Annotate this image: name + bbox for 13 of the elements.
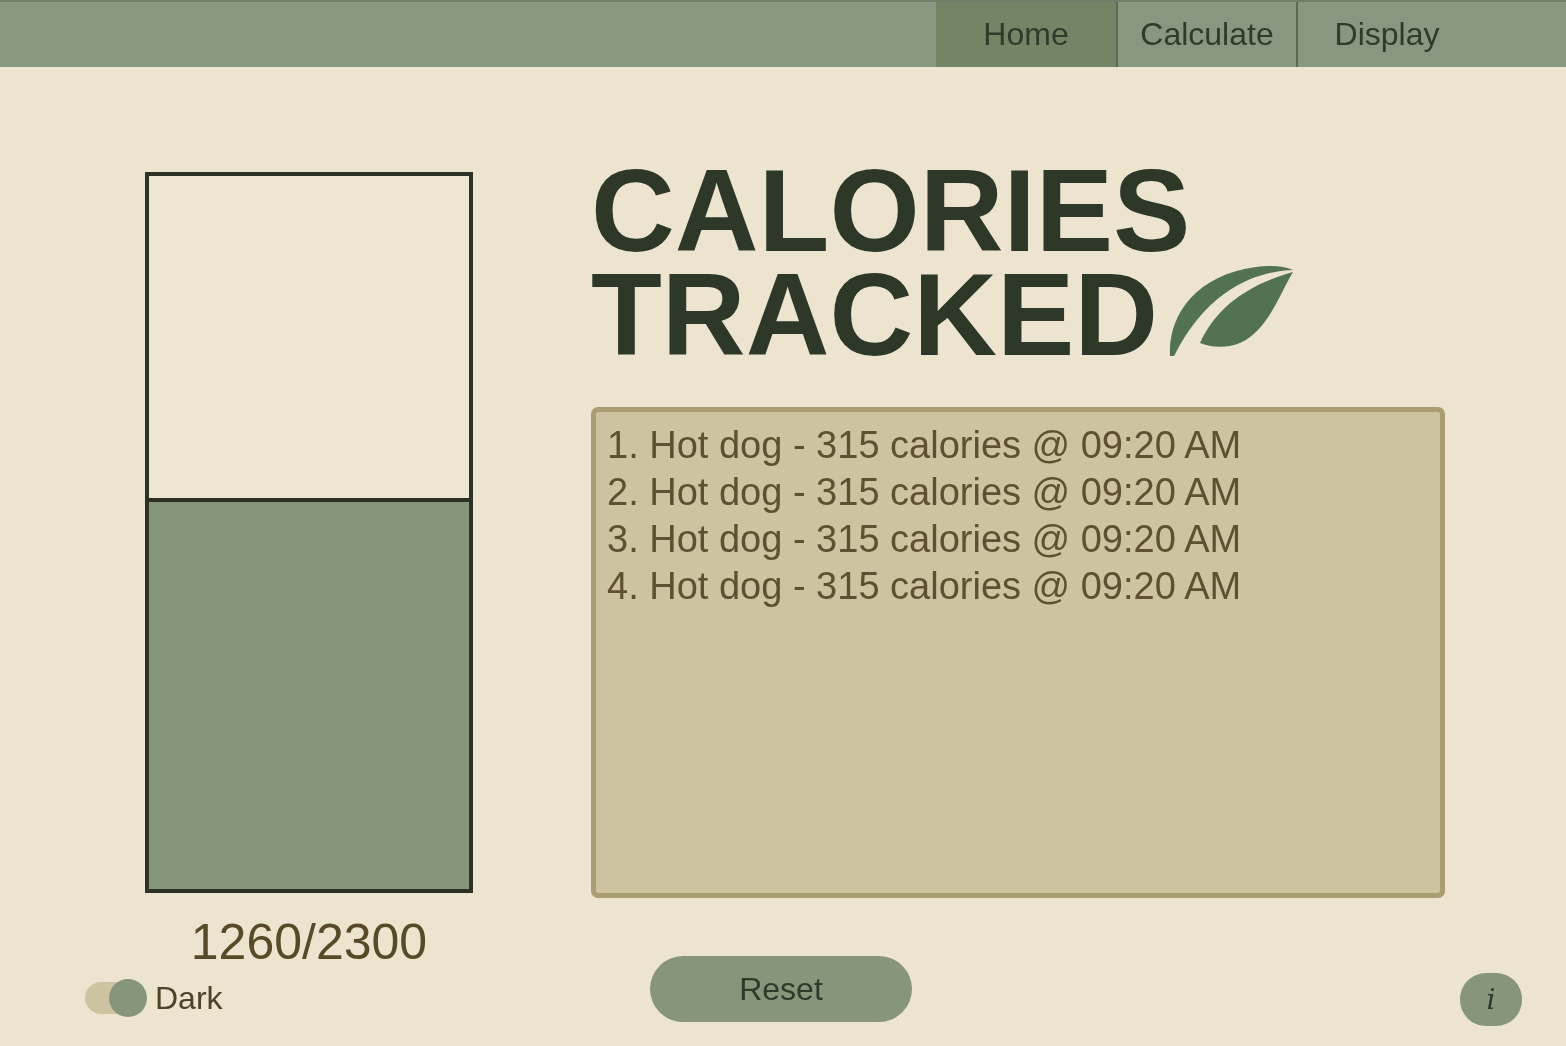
info-button[interactable]: i	[1460, 973, 1522, 1026]
dark-mode-toggle[interactable]	[85, 979, 147, 1017]
log-entry: 2. Hot dog - 315 calories @ 09:20 AM	[607, 470, 1243, 515]
title-line: TRACKED	[591, 263, 1159, 367]
title-line: CALORIES	[591, 159, 1191, 263]
dark-mode-label: Dark	[155, 979, 223, 1017]
calorie-count: 1260/2300	[189, 913, 429, 972]
leaf-icon	[1168, 263, 1296, 357]
log-entry: 4. Hot dog - 315 calories @ 09:20 AM	[607, 564, 1243, 609]
reset-button[interactable]: Reset	[650, 956, 912, 1022]
log-entry: 3. Hot dog - 315 calories @ 09:20 AM	[607, 517, 1243, 562]
log-entry: 1. Hot dog - 315 calories @ 09:20 AM	[607, 423, 1243, 468]
nav-tab[interactable]: Home	[936, 2, 1116, 67]
